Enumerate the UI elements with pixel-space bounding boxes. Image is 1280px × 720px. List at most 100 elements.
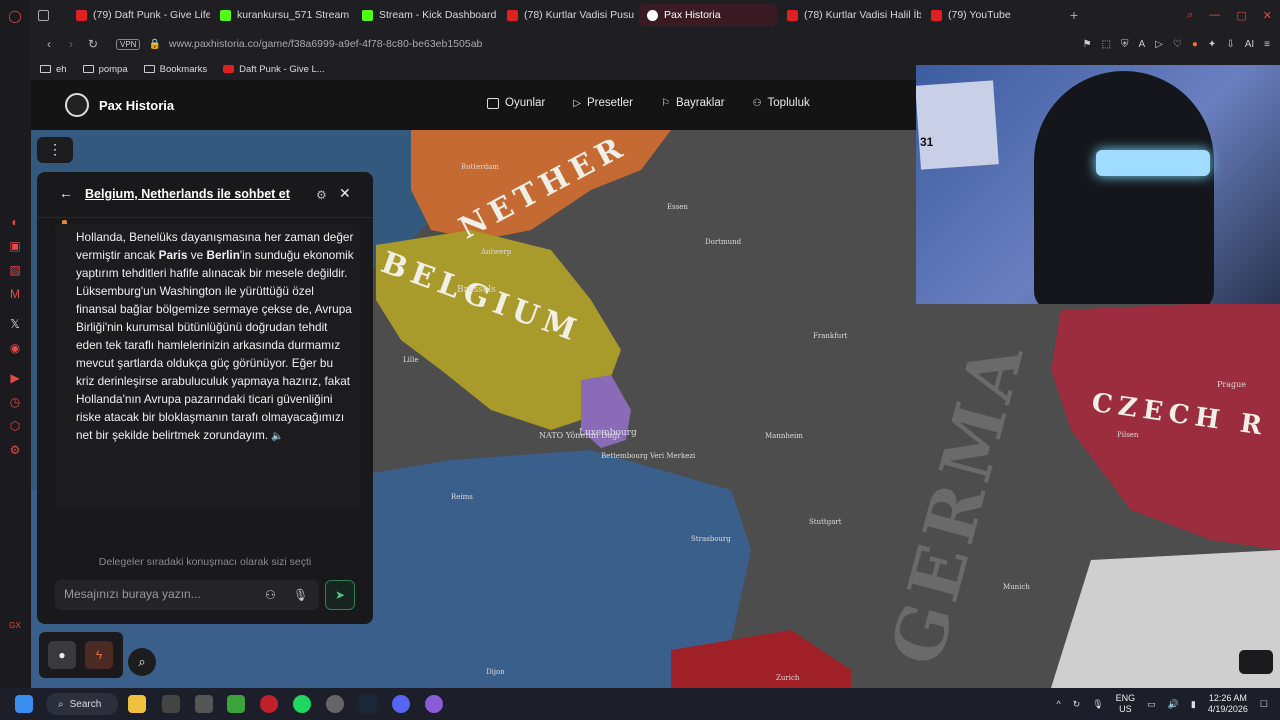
close-window-icon[interactable]: ✕ bbox=[1263, 9, 1272, 22]
language-indicator[interactable]: ENG US bbox=[1116, 693, 1136, 715]
opera-gx-icon[interactable] bbox=[260, 695, 278, 713]
city-strasbourg[interactable]: Strasbourg bbox=[691, 535, 731, 543]
city-reims[interactable]: Reims bbox=[451, 493, 473, 501]
city-frankfurt[interactable]: Frankfurt bbox=[813, 332, 847, 340]
taskbar-search[interactable]: ⌕ Search bbox=[46, 693, 118, 715]
users-icon[interactable]: ⚇ bbox=[265, 588, 276, 602]
gx-icon[interactable]: GX bbox=[7, 618, 23, 634]
x-twitter-icon[interactable]: 𝕏 bbox=[7, 316, 23, 332]
city-rotterdam[interactable]: Rotterdam bbox=[461, 163, 499, 171]
new-tab-button[interactable]: + bbox=[1063, 4, 1085, 26]
bookmark-daft-punk[interactable]: Daft Punk - Give L... bbox=[223, 64, 325, 75]
action-tool-button[interactable]: ϟ bbox=[85, 641, 113, 669]
opera-logo-icon[interactable]: ◯ bbox=[7, 8, 23, 24]
settings-app-icon[interactable] bbox=[162, 695, 180, 713]
tab-0[interactable]: (79) Daft Punk - Give Life bbox=[68, 4, 210, 26]
city-stuttgart[interactable]: Stuttgart bbox=[809, 518, 842, 526]
tray-overflow-icon[interactable]: ^ bbox=[1056, 699, 1060, 709]
extension-icon[interactable]: ● bbox=[1192, 39, 1198, 50]
forward-icon[interactable]: › bbox=[60, 37, 82, 51]
tab-workspaces[interactable] bbox=[30, 4, 66, 26]
tab-6[interactable]: (79) YouTube bbox=[923, 4, 1061, 26]
city-essen[interactable]: Essen bbox=[667, 203, 688, 211]
chat-title[interactable]: Belgium, Netherlands ile sohbet et bbox=[85, 187, 290, 201]
city-antwerp[interactable]: Antwerp bbox=[481, 248, 511, 256]
flag-badge-icon[interactable] bbox=[1239, 650, 1273, 674]
search-tabs-icon[interactable]: ⌕ bbox=[1187, 9, 1193, 22]
battery-icon[interactable]: ▮ bbox=[1191, 699, 1196, 710]
mail-icon[interactable]: M bbox=[7, 286, 23, 302]
ai-button[interactable]: AI bbox=[1245, 39, 1254, 50]
history-icon[interactable]: ◷ bbox=[7, 394, 23, 410]
city-brussels[interactable]: Brussels bbox=[457, 285, 496, 295]
nav-topluluk[interactable]: ⚇ Topluluk bbox=[753, 97, 810, 109]
player-icon[interactable]: ◉ bbox=[7, 340, 23, 356]
city-dijon[interactable]: Dijon bbox=[486, 668, 505, 676]
speed-dial-icon[interactable]: ◐ bbox=[7, 214, 23, 230]
city-munich[interactable]: Munich bbox=[1003, 583, 1030, 591]
shield-icon[interactable]: ⛨ bbox=[1121, 39, 1129, 50]
bookmark-bookmarks[interactable]: Bookmarks bbox=[143, 64, 207, 75]
play-icon[interactable]: ▷ bbox=[1155, 39, 1163, 50]
volume-icon[interactable]: 🔊 bbox=[1168, 699, 1179, 710]
city-nato[interactable]: NATO Yönetim Dağı bbox=[539, 431, 620, 440]
map-search-button[interactable]: ⌕ bbox=[128, 648, 156, 676]
minimize-icon[interactable]: — bbox=[1209, 9, 1220, 21]
tab-5[interactable]: (78) Kurtlar Vadisi Halil İbr bbox=[779, 4, 921, 26]
puzzle-icon[interactable]: ✦ bbox=[1208, 39, 1216, 50]
notifications-icon[interactable]: ☐ bbox=[1260, 699, 1268, 710]
map-menu-button[interactable]: ⋮ bbox=[37, 137, 73, 163]
discord-icon[interactable] bbox=[392, 695, 410, 713]
city-bettembourg[interactable]: Bettembourg Veri Merkezi bbox=[601, 452, 695, 460]
file-explorer-icon[interactable] bbox=[128, 695, 146, 713]
windows-start-icon[interactable] bbox=[15, 695, 33, 713]
flow-icon[interactable]: ▧ bbox=[7, 262, 23, 278]
steam-icon[interactable] bbox=[359, 695, 377, 713]
city-lille[interactable]: Lille bbox=[403, 356, 419, 364]
settings-icon[interactable]: ⚙ bbox=[7, 442, 23, 458]
city-mannheim[interactable]: Mannheim bbox=[765, 432, 803, 440]
city-pilsen[interactable]: Pilsen bbox=[1117, 431, 1138, 439]
chatgpt-icon[interactable] bbox=[326, 695, 344, 713]
nav-oyunlar[interactable]: Oyunlar bbox=[487, 97, 545, 109]
minecraft-icon[interactable] bbox=[227, 695, 245, 713]
chat-tool-button[interactable]: ● bbox=[48, 641, 76, 669]
play-circle-icon[interactable]: ▶ bbox=[7, 370, 23, 386]
app-purple-icon[interactable] bbox=[425, 695, 443, 713]
maximize-icon[interactable]: ▢ bbox=[1236, 9, 1246, 22]
menu-icon[interactable]: ≡ bbox=[1264, 39, 1270, 50]
nav-bayraklar[interactable]: ⚐ Bayraklar bbox=[661, 97, 725, 109]
clock[interactable]: 12:26 AM 4/19/2026 bbox=[1208, 693, 1248, 715]
cube-icon[interactable]: ⬡ bbox=[7, 418, 23, 434]
speaker-icon[interactable]: 🔈 bbox=[271, 431, 283, 442]
tab-1[interactable]: kurankursu_571 Stream bbox=[212, 4, 352, 26]
close-icon[interactable]: ✕ bbox=[339, 185, 351, 202]
send-button[interactable]: ➤ bbox=[325, 580, 355, 610]
nav-presetler[interactable]: ▷ Presetler bbox=[573, 97, 633, 109]
snapshot-icon[interactable]: ⬚ bbox=[1102, 39, 1111, 50]
mic-tray-icon[interactable]: 🎙 bbox=[1092, 699, 1103, 710]
brand[interactable]: Pax Historia bbox=[65, 93, 174, 117]
bookmark-icon[interactable]: ⚑ bbox=[1083, 39, 1092, 50]
bag-icon[interactable]: ▣ bbox=[7, 238, 23, 254]
download-icon[interactable]: ⇩ bbox=[1226, 39, 1234, 50]
back-icon[interactable]: ‹ bbox=[38, 37, 60, 51]
tab-3[interactable]: (78) Kurtlar Vadisi Pusu K bbox=[499, 4, 637, 26]
display-icon[interactable]: ▭ bbox=[1147, 699, 1156, 710]
sync-icon[interactable]: ↻ bbox=[1073, 699, 1081, 710]
back-arrow-icon[interactable]: ← bbox=[59, 185, 73, 201]
tab-4[interactable]: Pax Historia bbox=[639, 4, 777, 26]
translate-icon[interactable]: A bbox=[1139, 39, 1146, 50]
app-icon[interactable] bbox=[195, 695, 213, 713]
city-dortmund[interactable]: Dortmund bbox=[705, 238, 741, 246]
spotify-icon[interactable] bbox=[293, 695, 311, 713]
bookmark-eh[interactable]: eh bbox=[40, 64, 67, 75]
heart-icon[interactable]: ♡ bbox=[1173, 39, 1182, 50]
reload-icon[interactable]: ↻ bbox=[82, 37, 104, 51]
city-prague[interactable]: Prague bbox=[1217, 380, 1246, 389]
bookmark-pompa[interactable]: pompa bbox=[82, 64, 128, 75]
gear-icon[interactable]: ⚙ bbox=[316, 188, 327, 202]
tab-2[interactable]: Stream - Kick Dashboard bbox=[354, 4, 497, 26]
vpn-badge[interactable]: VPN bbox=[116, 38, 141, 50]
microphone-icon[interactable]: 🎙 bbox=[293, 588, 308, 602]
